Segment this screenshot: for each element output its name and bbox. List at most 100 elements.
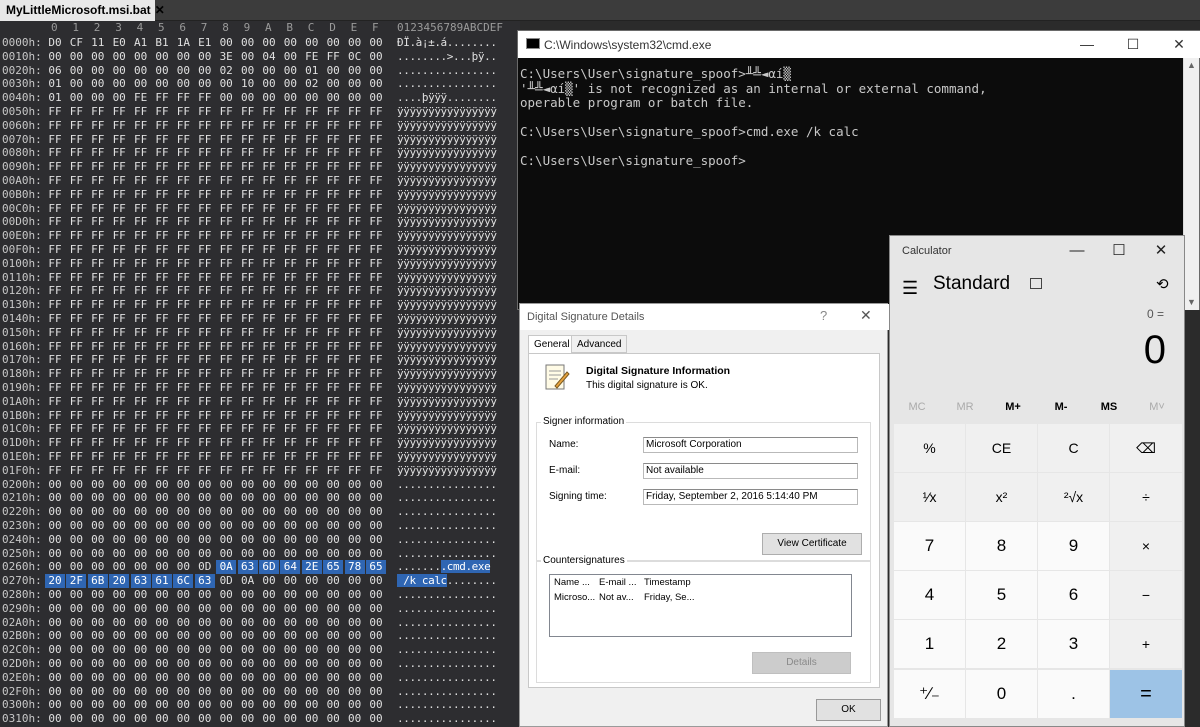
hex-byte[interactable]: 00 — [366, 478, 386, 492]
hex-byte[interactable]: 00 — [216, 491, 236, 505]
hex-byte[interactable]: 00 — [195, 519, 215, 533]
calc-key[interactable]: x² — [966, 473, 1037, 521]
hex-byte[interactable]: FF — [195, 409, 215, 423]
maximize-button[interactable]: ☐ — [1110, 31, 1156, 58]
hex-byte[interactable]: FF — [152, 215, 172, 229]
hex-byte[interactable]: 00 — [45, 588, 65, 602]
hex-byte[interactable]: 02 — [302, 77, 322, 91]
hex-byte[interactable]: FF — [109, 381, 129, 395]
hex-row[interactable]: 0070h: FF FF FF FF FF FF FF FF FF FF FF FF FF FF FF FF ÿÿ… — [0, 133, 520, 147]
hex-byte[interactable]: 00 — [238, 91, 258, 105]
hex-byte[interactable]: FF — [345, 160, 365, 174]
ascii-text[interactable]: ................ — [397, 491, 497, 505]
hex-row[interactable]: 0000h: D0 CF 11 E0 A1 B1 1A E1 00 00 00 00 00 00 00 00 ÐÏ… — [0, 36, 520, 50]
hex-byte[interactable]: 00 — [173, 77, 193, 91]
hex-byte[interactable]: 00 — [152, 671, 172, 685]
hex-byte[interactable]: FF — [152, 146, 172, 160]
hex-byte[interactable]: FF — [173, 464, 193, 478]
hex-byte[interactable]: FF — [345, 188, 365, 202]
hex-byte[interactable]: 00 — [195, 505, 215, 519]
hex-byte[interactable]: FF — [345, 243, 365, 257]
hex-byte[interactable]: 00 — [238, 671, 258, 685]
hex-byte[interactable]: FF — [238, 312, 258, 326]
hex-byte[interactable]: 00 — [366, 77, 386, 91]
hex-byte[interactable]: FF — [66, 174, 86, 188]
hex-byte[interactable]: 78 — [344, 560, 365, 575]
hex-byte[interactable]: FF — [280, 119, 300, 133]
hex-row[interactable]: 01E0h: FF FF FF FF FF FF FF FF FF FF FF FF FF FF FF FF ÿÿ… — [0, 450, 520, 464]
hex-byte[interactable]: FF — [45, 160, 65, 174]
hex-byte[interactable]: 00 — [195, 629, 215, 643]
hex-byte[interactable]: 00 — [238, 616, 258, 630]
hex-byte[interactable]: 00 — [323, 533, 343, 547]
hex-byte[interactable]: FF — [152, 436, 172, 450]
hex-byte[interactable]: FF — [302, 174, 322, 188]
hex-byte[interactable]: 00 — [366, 574, 386, 588]
hex-byte[interactable]: 00 — [323, 505, 343, 519]
hex-byte[interactable]: FF — [88, 160, 108, 174]
hex-row[interactable]: 0210h: 00 00 00 00 00 00 00 00 00 00 00 00 00 00 00 00..… — [0, 491, 520, 505]
details-button[interactable]: Details — [752, 652, 851, 674]
hex-byte[interactable]: FF — [216, 215, 236, 229]
hex-byte[interactable]: FF — [152, 395, 172, 409]
hex-byte[interactable]: 00 — [280, 547, 300, 561]
hex-byte[interactable]: 00 — [216, 629, 236, 643]
hex-byte[interactable]: FF — [195, 340, 215, 354]
ascii-text[interactable]: ÿÿÿÿÿÿÿÿÿÿÿÿÿÿÿÿ — [397, 422, 497, 436]
hex-byte[interactable]: FF — [259, 284, 279, 298]
memory-button-m+[interactable]: M+ — [989, 401, 1037, 413]
hex-byte[interactable]: 00 — [66, 505, 86, 519]
hex-byte[interactable]: 00 — [173, 560, 193, 574]
hex-byte[interactable]: 00 — [216, 616, 236, 630]
hex-byte[interactable]: FF — [323, 395, 343, 409]
hex-byte[interactable]: FF — [88, 133, 108, 147]
hex-row[interactable]: 00F0h: FF FF FF FF FF FF FF FF FF FF FF FF FF FF FF FF ÿÿ… — [0, 243, 520, 257]
hex-byte[interactable]: FF — [366, 367, 386, 381]
hex-byte[interactable]: 00 — [302, 588, 322, 602]
hex-byte[interactable]: 11 — [88, 36, 108, 50]
hex-byte[interactable]: FF — [45, 229, 65, 243]
hex-byte[interactable]: 01 — [302, 64, 322, 78]
hex-byte[interactable]: FF — [302, 146, 322, 160]
hex-byte[interactable]: 00 — [259, 712, 279, 726]
hex-row[interactable]: 02B0h: 00 00 00 00 00 00 00 00 00 00 00 00 00 00 00 00..… — [0, 629, 520, 643]
hex-byte[interactable]: FF — [66, 146, 86, 160]
hex-byte[interactable]: FF — [66, 215, 86, 229]
hex-byte[interactable]: FF — [152, 353, 172, 367]
hex-byte[interactable]: FF — [45, 436, 65, 450]
hex-byte[interactable]: FF — [302, 243, 322, 257]
hex-byte[interactable]: 00 — [280, 533, 300, 547]
hex-byte[interactable]: 00 — [216, 505, 236, 519]
calc-key[interactable]: − — [1110, 571, 1182, 619]
hex-byte[interactable]: 00 — [131, 50, 151, 64]
hex-byte[interactable]: FF — [302, 229, 322, 243]
scroll-down-icon[interactable]: ▼ — [1187, 297, 1196, 307]
hex-byte[interactable]: FF — [173, 298, 193, 312]
hex-byte[interactable]: FF — [238, 257, 258, 271]
hex-byte[interactable]: FF — [280, 422, 300, 436]
hex-byte[interactable]: FF — [45, 381, 65, 395]
hex-byte[interactable]: 00 — [323, 36, 343, 50]
hex-byte[interactable]: 00 — [131, 533, 151, 547]
hex-byte[interactable]: FF — [109, 409, 129, 423]
hex-byte[interactable]: 00 — [109, 602, 129, 616]
hex-byte[interactable]: FF — [109, 133, 129, 147]
hex-byte[interactable]: 00 — [131, 519, 151, 533]
hex-byte[interactable]: 00 — [238, 50, 258, 64]
hex-byte[interactable]: FF — [195, 464, 215, 478]
minimize-button[interactable]: — — [1056, 236, 1098, 266]
hex-byte[interactable]: FF — [366, 340, 386, 354]
hex-byte[interactable]: 00 — [152, 712, 172, 726]
hex-byte[interactable]: FF — [323, 409, 343, 423]
hex-byte[interactable]: FF — [302, 340, 322, 354]
ascii-text[interactable]: ÿÿÿÿÿÿÿÿÿÿÿÿÿÿÿÿ — [397, 381, 497, 395]
hex-row[interactable]: 0260h: 00 00 00 00 00 00 00 0D 0A 63 6D 64 2E 65 78 65..… — [0, 560, 520, 575]
hex-byte[interactable]: 00 — [173, 478, 193, 492]
hex-byte[interactable]: 00 — [66, 698, 86, 712]
scrollbar[interactable]: ▲ ▼ — [1183, 58, 1199, 310]
hex-byte[interactable]: 00 — [195, 643, 215, 657]
hex-byte[interactable]: FF — [45, 146, 65, 160]
hex-byte[interactable]: FF — [216, 105, 236, 119]
calc-key[interactable]: . — [1038, 670, 1109, 718]
hex-byte[interactable]: 00 — [152, 478, 172, 492]
